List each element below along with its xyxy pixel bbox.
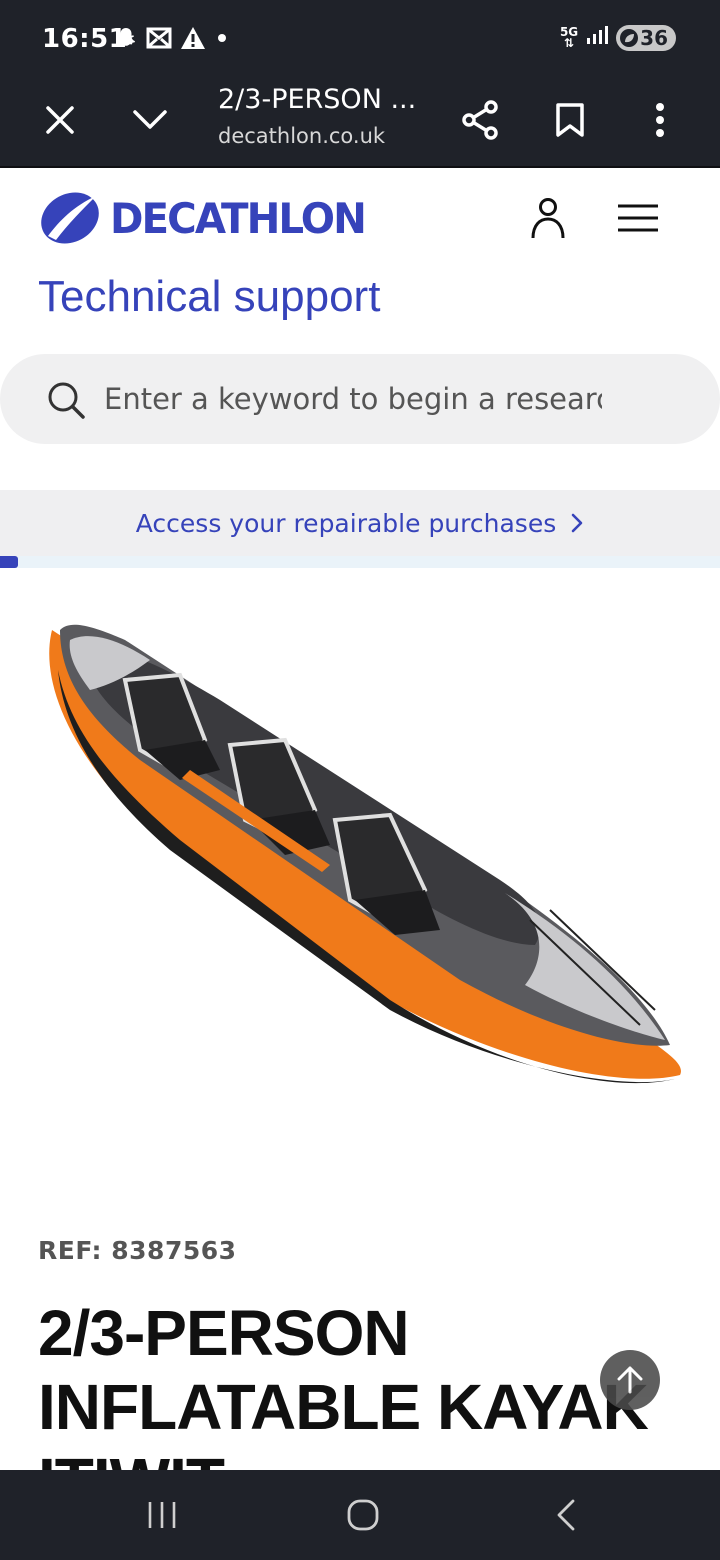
menu-icon — [618, 204, 658, 232]
page-progress-fill — [0, 556, 18, 568]
notification-icons — [114, 26, 230, 50]
more-vertical-icon — [656, 103, 664, 137]
brand-name: DECATHLON — [110, 193, 367, 243]
decathlon-logo-icon — [41, 192, 99, 244]
system-nav-bar — [0, 1470, 720, 1560]
status-bar: 16:51 5G ⇅ 36 — [0, 0, 720, 80]
minimize-button[interactable] — [120, 90, 180, 150]
menu-button[interactable] — [614, 198, 662, 238]
browser-toolbar: 2/3-PERSON ... decathlon.co.uk — [0, 80, 720, 168]
search-input[interactable] — [104, 372, 602, 426]
tab-title[interactable]: 2/3-PERSON ... — [218, 84, 416, 115]
5g-icon: 5G ⇅ — [559, 24, 579, 50]
bookmark-button[interactable] — [540, 90, 600, 150]
search-bar[interactable] — [0, 354, 720, 444]
more-options-button[interactable] — [630, 90, 690, 150]
share-button[interactable] — [450, 90, 510, 150]
ref-value: 8387563 — [111, 1236, 237, 1265]
close-icon — [46, 106, 74, 134]
system-status-icons: 5G ⇅ 36 — [560, 24, 676, 51]
product-title: 2/3-PERSON INFLATABLE KAYAK ITIWIT — [38, 1297, 649, 1470]
recent-apps-button[interactable] — [132, 1490, 192, 1540]
decathlon-logo[interactable]: DECATHLON — [38, 190, 376, 246]
page-title: Technical support — [38, 272, 381, 321]
scroll-to-top-button[interactable] — [600, 1350, 660, 1410]
home-button[interactable] — [333, 1490, 393, 1540]
close-tab-button[interactable] — [30, 90, 90, 150]
site-header: DECATHLON — [0, 168, 720, 268]
battery-level: 36 — [640, 25, 668, 50]
search-icon — [48, 382, 85, 419]
url-bar[interactable]: decathlon.co.uk — [218, 124, 385, 148]
network-type: 5G — [559, 24, 579, 39]
page-progress-bar — [0, 556, 720, 568]
dot-icon — [214, 30, 230, 46]
account-icon — [531, 198, 565, 239]
back-button[interactable] — [536, 1490, 596, 1540]
signal-icon — [586, 24, 609, 51]
repairable-purchases-link[interactable]: Access your repairable purchases — [0, 490, 720, 556]
mail-icon — [146, 27, 172, 49]
chevron-down-icon — [133, 110, 167, 129]
repairable-purchases-label: Access your repairable purchases — [135, 508, 557, 538]
battery-saver-icon — [620, 28, 639, 47]
product-reference: REF: 8387563 — [38, 1236, 237, 1265]
back-icon — [557, 1499, 575, 1531]
ref-label: REF: — [38, 1236, 103, 1265]
alert-icon — [180, 26, 206, 50]
product-image[interactable] — [30, 600, 700, 1120]
battery-indicator: 36 — [616, 24, 676, 51]
home-icon — [347, 1499, 379, 1531]
snapchat-icon — [114, 26, 138, 50]
chevron-right-icon — [571, 513, 583, 533]
share-icon — [462, 100, 498, 140]
account-button[interactable] — [526, 196, 570, 240]
arrow-up-icon — [617, 1366, 643, 1394]
recent-apps-icon — [148, 1502, 176, 1528]
bookmark-icon — [556, 103, 584, 137]
